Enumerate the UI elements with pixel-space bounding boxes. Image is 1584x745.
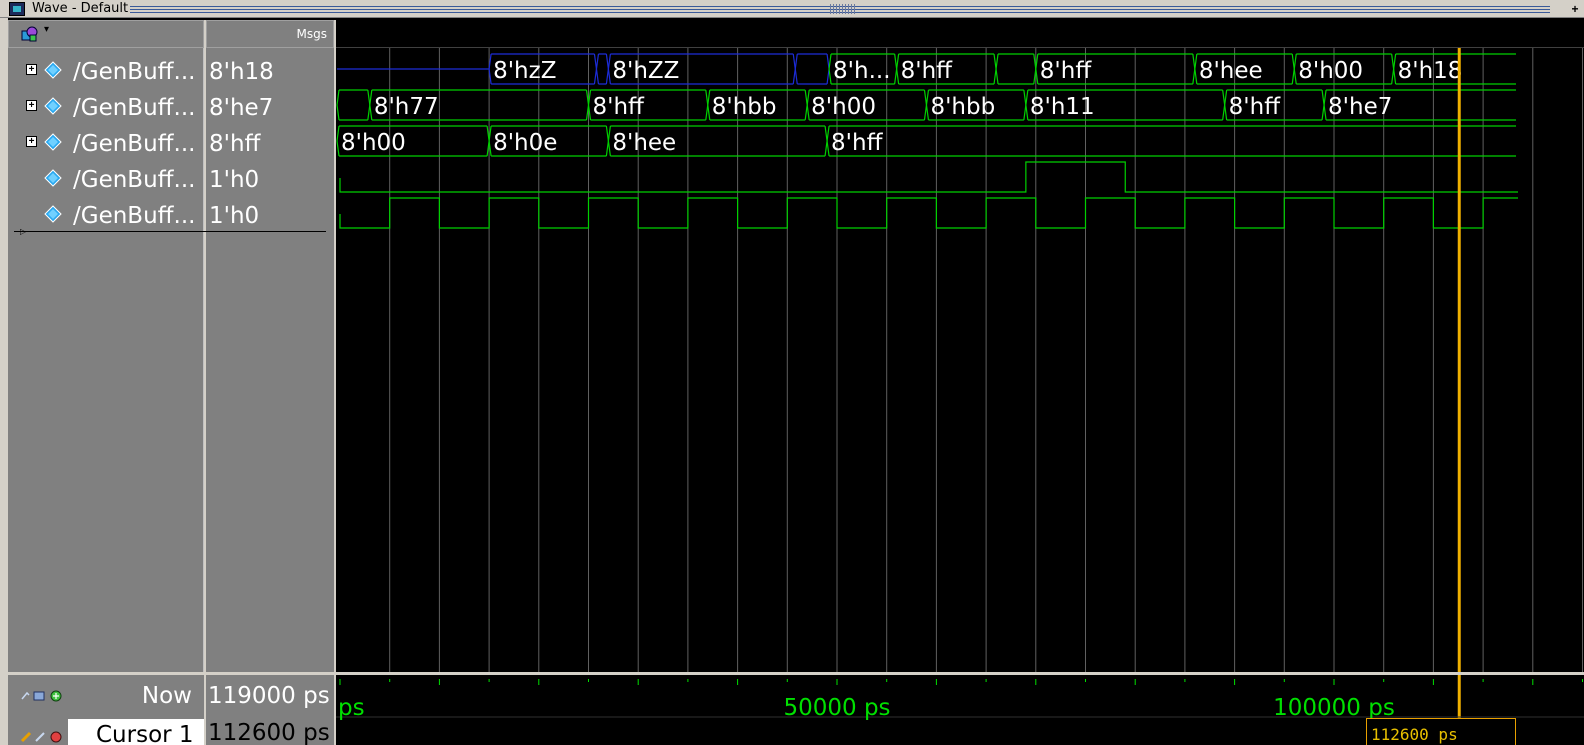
bit-waveform (339, 161, 1518, 193)
window-left-edge (0, 18, 8, 745)
now-row: Now (8, 675, 204, 717)
bus-value-label: 8'h77 (374, 94, 439, 120)
selection-underline (14, 231, 326, 232)
bus-segment (595, 53, 609, 85)
bus-value-label: 8'h11 (1030, 94, 1095, 120)
signal-value: 8'he7 (209, 95, 274, 121)
value-cell[interactable]: 1'h0 (206, 196, 334, 232)
bus-value-label: 8'hff (901, 58, 954, 84)
signal-name: /GenBuff... (73, 203, 196, 229)
cursor-toolbar-icons[interactable] (20, 727, 70, 745)
signal-value-pane: 8'h18 8'he7 8'hff 1'h0 1'h0 (206, 48, 334, 672)
bus-value-label: 8'he7 (1328, 94, 1392, 120)
timeline-ruler[interactable]: ps 50000 ps 100000 ps 112600 ps (336, 675, 1584, 745)
signal-diamond-icon (44, 205, 62, 223)
signal-value: 8'h18 (209, 59, 274, 85)
signal-row[interactable]: /GenBuff... (8, 196, 204, 232)
bus-value-label: 8'h0e (493, 130, 557, 156)
cursor-tag-text: 112600 ps (1371, 725, 1458, 744)
expand-icon[interactable]: + (26, 64, 37, 75)
cursor-value: 112600 ps (208, 720, 330, 745)
value-cell[interactable]: 8'h18 (206, 52, 334, 88)
signal-row[interactable]: + /GenBuff... (8, 124, 204, 160)
cursor-row: Cursor 1 (8, 717, 204, 745)
signal-row[interactable]: /GenBuff... (8, 160, 204, 196)
bus-value-label: 8'hzZ (493, 58, 556, 84)
cursor-time-tag[interactable]: 112600 ps (1366, 718, 1516, 745)
value-cell[interactable]: 1'h0 (206, 160, 334, 196)
bus-value-label: 8'hff (1040, 58, 1093, 84)
signal-name: /GenBuff... (73, 167, 196, 193)
drag-handle-icon[interactable] (830, 4, 856, 14)
now-toolbar-icons[interactable] (20, 689, 70, 703)
value-cell[interactable]: 8'he7 (206, 88, 334, 124)
waveform-canvas[interactable]: 8'hzZ 8'hZZ 8'h... 8'hff 8'hff 8'hee 8'h00 8'h1… (336, 48, 1584, 672)
bus-value-label: 8'hff (593, 94, 646, 120)
bus-value-label: 8'hbb (930, 94, 995, 120)
bus-value-label: 8'hff (831, 130, 884, 156)
signal-row[interactable]: + /GenBuff... (8, 52, 204, 88)
signal-name-pane: + /GenBuff... + /GenBuff... + /GenBuff..… (8, 48, 204, 672)
now-label: Now (141, 683, 192, 709)
window-title: Wave - Default (32, 1, 129, 16)
bus-segment (336, 89, 371, 121)
signal-diamond-icon (44, 61, 62, 79)
bus-segment (794, 53, 830, 85)
bus-value-label: 8'hbb (712, 94, 777, 120)
msgs-label: Msgs (296, 27, 327, 41)
signal-name-header: ▾ (8, 20, 204, 48)
palette-icon[interactable] (21, 26, 39, 42)
signal-row[interactable]: + /GenBuff... (8, 88, 204, 124)
signal-name: /GenBuff... (73, 131, 196, 157)
value-header: Msgs (206, 20, 334, 48)
bus-value-label: 8'hff (1229, 94, 1282, 120)
signal-value: 1'h0 (209, 203, 260, 229)
chevron-down-icon[interactable]: ▾ (44, 24, 49, 35)
bus-segment (995, 53, 1037, 85)
cursor-value-cell: 112600 ps (206, 717, 334, 745)
value-cell[interactable]: 8'hff (206, 124, 334, 160)
cursor-label: Cursor 1 (96, 722, 194, 745)
undock-button[interactable]: + (1568, 2, 1582, 16)
bus-value-label: 8'h18 (1398, 58, 1463, 84)
bus-value-label: 8'h00 (811, 94, 876, 120)
selection-marker-icon: ▷ (20, 227, 27, 236)
wave-header-strip (336, 20, 1584, 48)
bus-value-label: 8'hee (612, 130, 676, 156)
expand-icon[interactable]: + (26, 100, 37, 111)
signal-value: 8'hff (209, 131, 261, 157)
signal-diamond-icon (44, 133, 62, 151)
signal-name: /GenBuff... (73, 59, 196, 85)
window-titlebar[interactable]: Wave - Default + (0, 0, 1584, 18)
now-value-cell: 119000 ps (206, 675, 334, 717)
waveform-area[interactable]: 8'hzZ 8'hZZ 8'h... 8'hff 8'hff 8'hee 8'h00 8'h1… (336, 48, 1584, 672)
bus-value-label: 8'h... (833, 58, 890, 84)
clock-waveform (339, 197, 1518, 229)
signal-value: 1'h0 (209, 167, 260, 193)
wave-app-icon (9, 2, 25, 16)
bus-value-label: 8'h00 (1298, 58, 1363, 84)
bus-value-label: 8'hZZ (612, 58, 679, 84)
bus-value-label: 8'hee (1199, 58, 1263, 84)
now-value: 119000 ps (208, 683, 330, 709)
bus-value-label: 8'h00 (341, 130, 406, 156)
signal-diamond-icon (44, 97, 62, 115)
timeline-label: 50000 ps (783, 695, 891, 721)
expand-icon[interactable]: + (26, 136, 37, 147)
timeline-label: ps (338, 695, 365, 721)
bus-segment (826, 125, 1516, 157)
signal-diamond-icon (44, 169, 62, 187)
signal-name: /GenBuff... (73, 95, 196, 121)
cursor-label-box[interactable]: Cursor 1 (68, 719, 204, 745)
